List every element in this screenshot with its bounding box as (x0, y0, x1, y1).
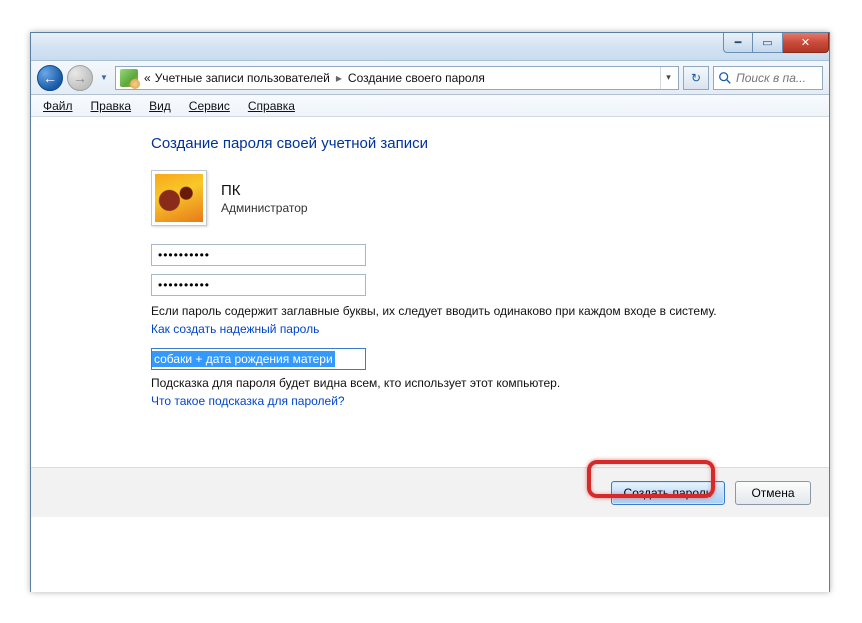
confirm-password-field[interactable] (151, 274, 366, 296)
user-name: ПК (221, 182, 308, 199)
user-info-block: ПК Администратор (151, 170, 805, 226)
back-button[interactable]: ← (37, 65, 63, 91)
refresh-icon: ↻ (691, 71, 701, 85)
refresh-button[interactable]: ↻ (683, 66, 709, 90)
navigation-bar: ← → ▼ « Учетные записи пользователей ▸ С… (31, 61, 829, 95)
blank-area (31, 517, 829, 592)
titlebar: ━ ▭ ✕ (31, 33, 829, 61)
avatar-image (155, 174, 203, 222)
search-input[interactable] (736, 71, 818, 85)
menu-edit[interactable]: Правка (83, 97, 140, 115)
what-is-hint-link[interactable]: Что такое подсказка для паролей? (151, 394, 345, 408)
breadcrumb-prefix: « (142, 71, 153, 85)
strong-password-link[interactable]: Как создать надежный пароль (151, 322, 319, 336)
menu-file[interactable]: Файл (35, 97, 81, 115)
menu-tools[interactable]: Сервис (181, 97, 238, 115)
search-box[interactable] (713, 66, 823, 90)
password-hint-selection: собаки + дата рождения матери (152, 351, 335, 367)
menu-help[interactable]: Справка (240, 97, 303, 115)
footer-bar: Создать пароль Отмена (31, 467, 829, 517)
menu-view[interactable]: Вид (141, 97, 179, 115)
address-dropdown[interactable]: ▾ (660, 67, 676, 89)
password-hint-field[interactable]: собаки + дата рождения матери (151, 348, 366, 370)
close-button[interactable]: ✕ (783, 33, 829, 53)
user-role: Администратор (221, 201, 308, 215)
caption-buttons: ━ ▭ ✕ (723, 33, 829, 53)
minimize-button[interactable]: ━ (723, 33, 753, 53)
menu-bar: Файл Правка Вид Сервис Справка (31, 95, 829, 117)
avatar (151, 170, 207, 226)
breadcrumb-seg-user-accounts[interactable]: Учетные записи пользователей (153, 71, 332, 85)
caps-lock-note: Если пароль содержит заглавные буквы, их… (151, 304, 805, 318)
search-icon (718, 71, 732, 85)
create-password-button[interactable]: Создать пароль (611, 481, 725, 505)
new-password-field[interactable] (151, 244, 366, 266)
hint-visibility-note: Подсказка для пароля будет видна всем, к… (151, 376, 805, 390)
forward-button[interactable]: → (67, 65, 93, 91)
control-panel-window: ━ ▭ ✕ ← → ▼ « Учетные записи пользовател… (30, 32, 830, 592)
maximize-button[interactable]: ▭ (753, 33, 783, 53)
content-area: Создание пароля своей учетной записи ПК … (31, 117, 829, 467)
history-dropdown[interactable]: ▼ (97, 69, 111, 87)
page-title: Создание пароля своей учетной записи (151, 135, 805, 152)
breadcrumb-seg-create-password[interactable]: Создание своего пароля (346, 71, 487, 85)
breadcrumb-arrow: ▸ (332, 71, 346, 85)
user-accounts-icon (120, 69, 138, 87)
cancel-button[interactable]: Отмена (735, 481, 811, 505)
address-bar[interactable]: « Учетные записи пользователей ▸ Создани… (115, 66, 679, 90)
